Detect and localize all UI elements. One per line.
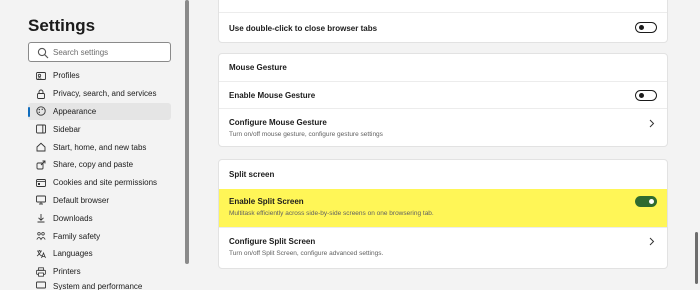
sidebar-item-start-home[interactable]: Start, home, and new tabs xyxy=(28,138,171,156)
tabs-settings-card: Use double-click to close browser tabs xyxy=(218,0,668,43)
sidebar-item-languages[interactable]: Languages xyxy=(28,245,171,263)
enable-mouse-gesture-row[interactable]: Enable Mouse Gesture xyxy=(219,81,667,108)
double-click-close-label: Use double-click to close browser tabs xyxy=(229,23,378,33)
chevron-right-icon xyxy=(649,237,655,246)
sidebar-item-label: Family safety xyxy=(53,231,101,241)
sidebar-item-label: Cookies and site permissions xyxy=(53,178,158,188)
split-screen-card: Split screen Enable Split Screen Multita… xyxy=(218,159,668,269)
settings-content: Use double-click to close browser tabs M… xyxy=(190,0,700,290)
enable-split-screen-row[interactable]: Enable Split Screen Multitask efficientl… xyxy=(219,189,667,227)
sidebar-item-sidebar[interactable]: Sidebar xyxy=(28,120,171,138)
mouse-gesture-header: Mouse Gesture xyxy=(229,63,287,72)
content-scrollbar[interactable] xyxy=(695,232,698,284)
lock-icon xyxy=(37,89,45,99)
sidebar-item-label: Appearance xyxy=(53,106,97,116)
sidebar-item-system[interactable]: System and performance xyxy=(28,281,171,290)
search-box[interactable] xyxy=(28,42,171,62)
sidebar-item-label: Downloads xyxy=(53,213,93,223)
settings-sidebar: Settings Profiles Privacy, search, and s… xyxy=(0,0,190,290)
enable-mouse-gesture-toggle[interactable] xyxy=(635,90,657,101)
configure-split-screen-row[interactable]: Configure Split Screen Turn on/off Split… xyxy=(219,227,667,267)
settings-nav: Profiles Privacy, search, and services A… xyxy=(28,67,171,290)
cookies-icon xyxy=(36,178,46,187)
home-icon xyxy=(36,142,46,152)
enable-split-screen-label: Enable Split Screen xyxy=(229,197,304,206)
sidebar-item-label: System and performance xyxy=(53,281,143,290)
configure-mouse-gesture-desc: Turn on/off mouse gesture, configure ges… xyxy=(229,131,383,138)
configure-split-screen-desc: Turn on/off Split Screen, configure adva… xyxy=(229,250,384,257)
family-icon xyxy=(36,232,46,241)
browser-icon xyxy=(36,196,46,205)
sidebar-item-label: Privacy, search, and services xyxy=(53,89,157,99)
system-icon xyxy=(36,281,46,289)
sidebar-icon xyxy=(36,124,46,134)
double-click-close-row[interactable]: Use double-click to close browser tabs xyxy=(219,13,667,43)
enable-split-screen-toggle[interactable] xyxy=(635,196,657,207)
profile-icon xyxy=(36,71,46,80)
sidebar-item-cookies[interactable]: Cookies and site permissions xyxy=(28,174,171,192)
chevron-right-icon xyxy=(649,119,655,128)
download-icon xyxy=(37,214,45,223)
languages-icon xyxy=(36,249,46,259)
sidebar-item-label: Sidebar xyxy=(53,124,81,134)
appearance-icon xyxy=(36,106,46,117)
sidebar-item-privacy[interactable]: Privacy, search, and services xyxy=(28,85,171,103)
sidebar-item-printers[interactable]: Printers xyxy=(28,263,171,281)
sidebar-item-label: Profiles xyxy=(53,71,80,81)
printer-icon xyxy=(36,267,46,277)
search-input[interactable] xyxy=(53,44,165,60)
sidebar-item-label: Start, home, and new tabs xyxy=(53,142,147,152)
configure-split-screen-label: Configure Split Screen xyxy=(229,237,316,246)
configure-mouse-gesture-label: Configure Mouse Gesture xyxy=(229,118,327,127)
sidebar-item-share[interactable]: Share, copy and paste xyxy=(28,156,171,174)
sidebar-item-label: Default browser xyxy=(53,195,110,205)
mouse-gesture-card: Mouse Gesture Enable Mouse Gesture Confi… xyxy=(218,53,668,147)
enable-split-screen-desc: Multitask efficiently across side-by-sid… xyxy=(229,210,434,217)
sidebar-item-label: Share, copy and paste xyxy=(53,160,134,170)
sidebar-item-family-safety[interactable]: Family safety xyxy=(28,227,171,245)
sidebar-item-default-browser[interactable]: Default browser xyxy=(28,192,171,210)
sidebar-item-label: Printers xyxy=(53,267,81,277)
sidebar-item-appearance[interactable]: Appearance xyxy=(28,102,171,121)
search-icon xyxy=(37,47,49,59)
sidebar-item-profiles[interactable]: Profiles xyxy=(28,67,171,85)
share-icon xyxy=(36,160,46,170)
page-title: Settings xyxy=(28,16,96,35)
split-screen-header: Split screen xyxy=(229,170,275,179)
sidebar-item-downloads[interactable]: Downloads xyxy=(28,209,171,227)
double-click-close-toggle[interactable] xyxy=(635,22,657,33)
enable-mouse-gesture-label: Enable Mouse Gesture xyxy=(229,90,316,100)
configure-mouse-gesture-row[interactable]: Configure Mouse Gesture Turn on/off mous… xyxy=(219,108,667,146)
sidebar-item-label: Languages xyxy=(53,249,93,259)
sidebar-scrollbar[interactable] xyxy=(185,0,189,264)
